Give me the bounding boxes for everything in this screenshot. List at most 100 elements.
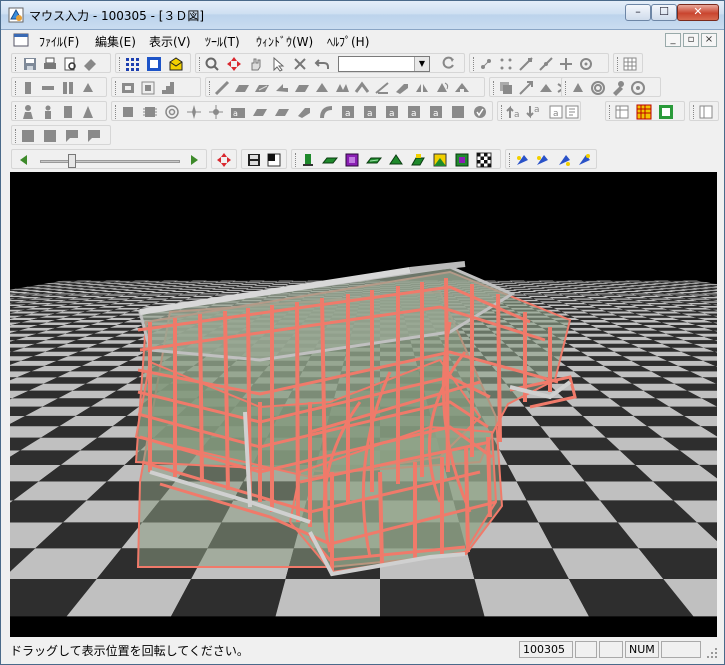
title-bar[interactable]: マウス入力 - 100305 - [３Ｄ図] – ☐ ✕ [1, 1, 724, 30]
toolbar-grip[interactable] [693, 105, 697, 119]
split-icon[interactable] [314, 80, 330, 96]
roof-icon[interactable] [454, 80, 470, 96]
compass-icon[interactable] [186, 104, 202, 120]
chevron-down-icon[interactable]: ▼ [414, 57, 429, 71]
trim-icon[interactable] [374, 80, 390, 96]
toolbar-grip[interactable] [119, 57, 123, 71]
light-1-icon[interactable] [514, 152, 530, 168]
3d-view-icon[interactable] [168, 56, 184, 72]
text-up-icon[interactable]: a [506, 104, 522, 120]
eraser-icon[interactable] [82, 56, 98, 72]
layer-1-icon[interactable] [20, 128, 36, 144]
copy-icon[interactable] [498, 80, 514, 96]
spiral-icon[interactable] [590, 80, 606, 96]
box-f-icon[interactable] [450, 104, 466, 120]
zoom-icon[interactable] [204, 56, 220, 72]
wall-icon[interactable] [80, 80, 96, 96]
snap-point-icon[interactable] [478, 56, 494, 72]
layer-3-icon[interactable] [64, 128, 80, 144]
menu-edit[interactable]: 編集(E) [95, 33, 136, 50]
frame-icon[interactable] [658, 104, 674, 120]
extend-icon[interactable] [354, 80, 370, 96]
text-down-icon[interactable]: a [526, 104, 542, 120]
column-icon[interactable] [20, 80, 36, 96]
mdi-close-button[interactable]: × [701, 33, 717, 47]
step-forward-icon[interactable] [186, 152, 202, 168]
light-4-icon[interactable] [576, 152, 592, 168]
undo-icon[interactable] [314, 56, 330, 72]
animation-slider-track[interactable] [40, 160, 180, 163]
para-beam-icon[interactable] [234, 80, 250, 96]
layer-2-icon[interactable] [42, 128, 58, 144]
render-mixed-icon[interactable] [432, 152, 448, 168]
paint-icon[interactable] [610, 80, 626, 96]
toolbar-grip[interactable] [15, 81, 19, 95]
arrow-member-icon[interactable] [274, 80, 290, 96]
render-column-icon[interactable] [300, 152, 316, 168]
toolbar-grip[interactable] [209, 81, 213, 95]
checker-icon[interactable] [476, 152, 492, 168]
coil-icon[interactable] [630, 80, 646, 96]
dim-icon[interactable] [252, 104, 268, 120]
toolbar-grip[interactable] [15, 57, 19, 71]
square-icon[interactable] [120, 104, 136, 120]
plan-view-icon[interactable] [146, 56, 162, 72]
label-icon[interactable] [274, 104, 290, 120]
redo-icon[interactable] [440, 56, 456, 72]
light-3-icon[interactable] [556, 152, 572, 168]
menu-view[interactable]: 表示(V) [149, 33, 191, 50]
animation-slider-thumb[interactable] [68, 154, 76, 168]
brace-icon[interactable] [60, 80, 76, 96]
chip-icon[interactable] [142, 104, 158, 120]
save-icon[interactable] [22, 56, 38, 72]
render-slab-icon[interactable] [366, 152, 382, 168]
toolbar-grip[interactable] [493, 81, 497, 95]
menu-window[interactable]: ｳｨﾝﾄﾞｳ(W) [256, 33, 313, 50]
toolbar-grip[interactable] [295, 153, 299, 167]
layer-4-icon[interactable] [86, 128, 102, 144]
para-slab-icon[interactable] [254, 80, 270, 96]
print-icon[interactable] [42, 56, 58, 72]
resize-grip-icon[interactable] [705, 646, 719, 660]
at-icon[interactable] [164, 104, 180, 120]
toolbar-grip[interactable] [617, 57, 621, 71]
beam-icon[interactable] [40, 80, 56, 96]
box-e-icon[interactable]: a [428, 104, 444, 120]
toolbar-grip[interactable] [565, 81, 569, 95]
grid-icon[interactable] [124, 56, 140, 72]
delete-icon[interactable] [292, 56, 308, 72]
line-icon[interactable] [214, 80, 230, 96]
window-element-icon[interactable] [80, 104, 96, 120]
table-layout-icon[interactable] [614, 104, 630, 120]
tag-icon[interactable] [296, 104, 312, 120]
contrast-icon[interactable] [266, 152, 282, 168]
3d-scene[interactable] [10, 172, 717, 637]
minimize-button[interactable]: – [625, 4, 651, 21]
box-a-icon[interactable]: a [340, 104, 356, 120]
join-icon[interactable] [334, 80, 350, 96]
grid-color-icon[interactable] [636, 104, 652, 120]
attribute-icon[interactable] [570, 80, 586, 96]
snap-grid-icon[interactable] [498, 56, 514, 72]
pointer-icon[interactable] [270, 56, 286, 72]
snap-end-icon[interactable] [518, 56, 534, 72]
toolbar-grip[interactable] [115, 81, 119, 95]
scale-icon[interactable] [538, 80, 554, 96]
mdi-restore-button[interactable]: ▫ [683, 33, 699, 47]
mirror-icon[interactable] [414, 80, 430, 96]
box-c-icon[interactable]: a [384, 104, 400, 120]
light-2-icon[interactable] [534, 152, 550, 168]
node-icon[interactable] [208, 104, 224, 120]
render-beam-icon[interactable] [322, 152, 338, 168]
rotate-icon[interactable] [434, 80, 450, 96]
opening-icon[interactable] [140, 80, 156, 96]
close-button[interactable]: ✕ [677, 4, 719, 21]
figure-icon[interactable] [40, 104, 56, 120]
toolbar-grip[interactable] [15, 105, 19, 119]
step-back-icon[interactable] [16, 152, 32, 168]
command-combo[interactable]: ▼ [338, 56, 430, 72]
pan-icon[interactable] [226, 56, 242, 72]
render-box-icon[interactable] [454, 152, 470, 168]
toolbar-grip[interactable] [473, 57, 477, 71]
print-preview-icon[interactable] [62, 56, 78, 72]
